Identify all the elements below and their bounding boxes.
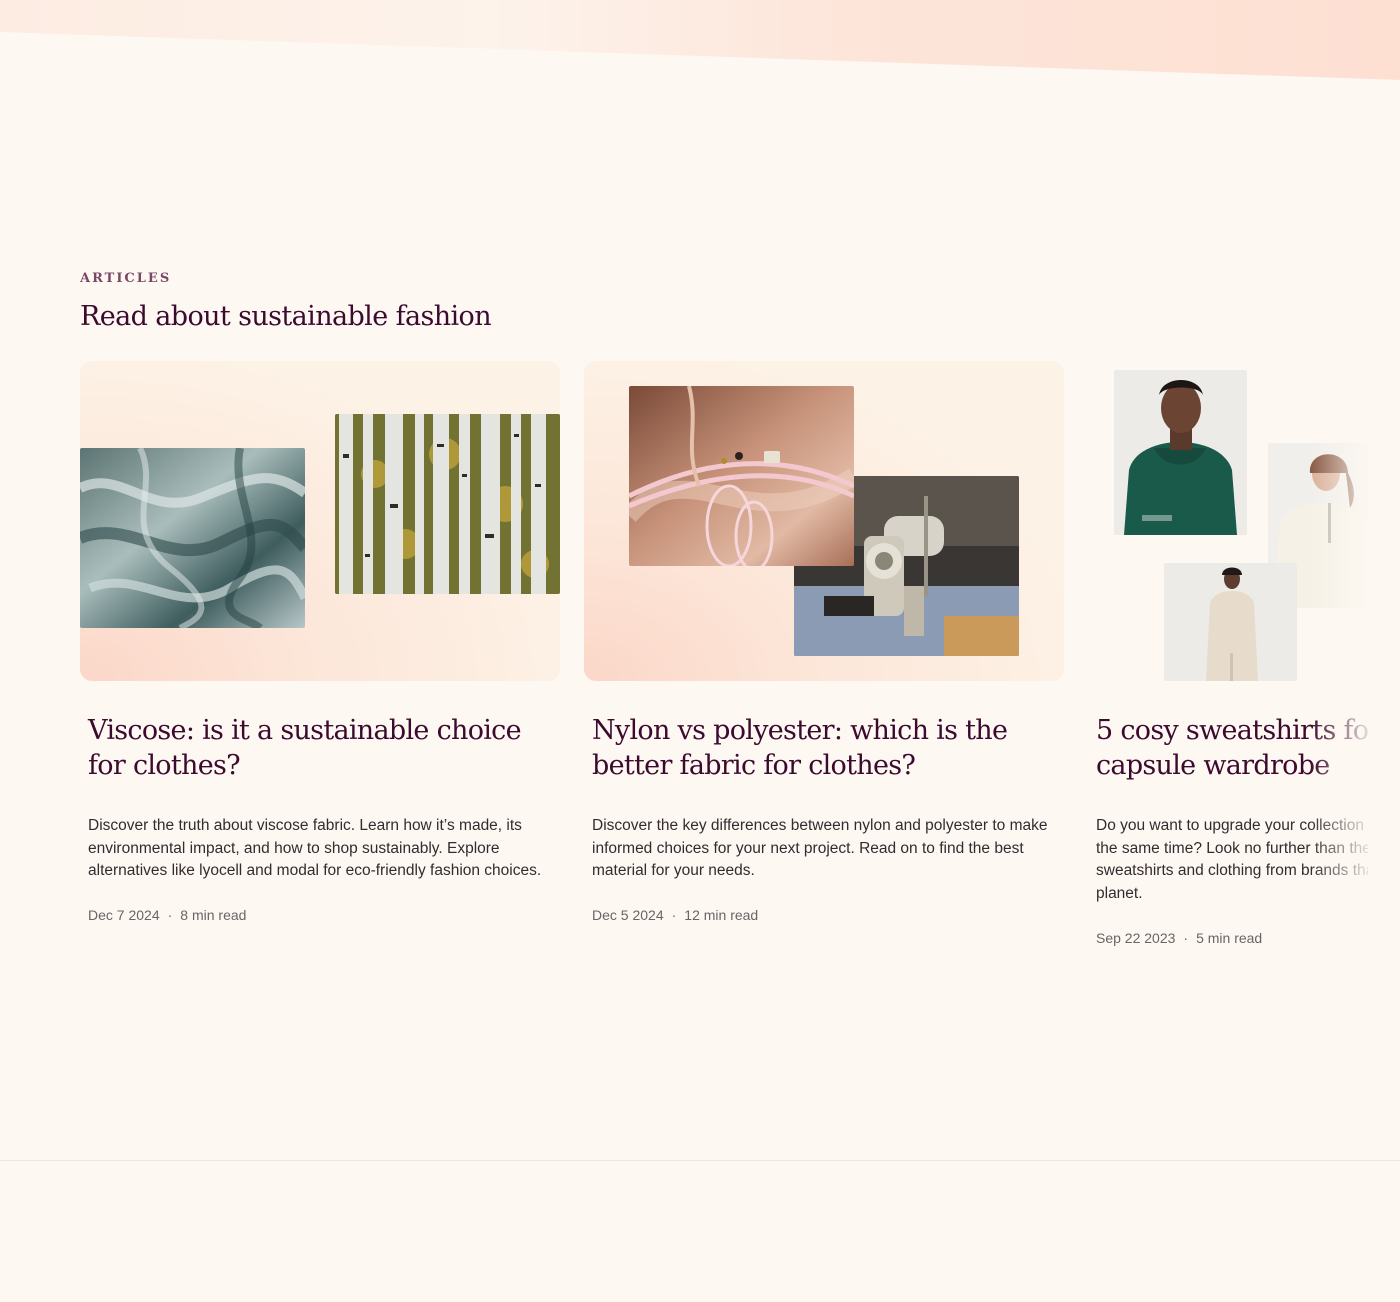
article-card-image[interactable]: [584, 361, 1064, 681]
section-title: Read about sustainable fashion: [80, 301, 492, 332]
beige-tracksuit-model-photo: [1164, 563, 1297, 681]
article-card-image[interactable]: [80, 361, 560, 681]
top-decorative-band: [0, 0, 1400, 90]
article-description: Do you want to upgrade your collection a…: [1096, 817, 1368, 903]
article-card-cosy-sweatshirts[interactable]: 5 cosy sweatshirts for the perfect capsu…: [1088, 361, 1368, 946]
green-hoodie-model-photo: [1114, 370, 1247, 535]
article-title[interactable]: Nylon vs polyester: which is the better …: [592, 713, 1056, 783]
article-card-viscose[interactable]: Viscose: is it a sustainable choice for …: [80, 361, 560, 923]
article-card-nylon-polyester[interactable]: Nylon vs polyester: which is the better …: [584, 361, 1064, 923]
article-meta: Dec 5 2024 · 12 min read: [592, 907, 1056, 923]
article-card-image[interactable]: [1088, 361, 1368, 681]
article-read-time: 12 min read: [684, 907, 759, 924]
article-read-time: 5 min read: [1196, 929, 1263, 946]
article-date: Sep 22 2023: [1096, 929, 1176, 946]
meta-separator: ·: [167, 907, 173, 924]
article-description: Discover the truth about viscose fabric.…: [88, 817, 542, 880]
measuring-tape-photo: [629, 386, 854, 566]
articles-section-header: ARTICLES Read about sustainable fashion: [80, 270, 1400, 334]
article-date: Dec 7 2024: [88, 907, 160, 924]
article-date: Dec 5 2024: [592, 907, 664, 924]
section-eyebrow: ARTICLES: [80, 271, 172, 286]
article-title[interactable]: 5 cosy sweatshirts for the perfect capsu…: [1096, 713, 1368, 783]
article-meta: Sep 22 2023 · 5 min read: [1096, 930, 1368, 946]
article-read-time: 8 min read: [180, 907, 247, 924]
meta-separator: ·: [671, 907, 677, 924]
article-carousel[interactable]: Viscose: is it a sustainable choice for …: [80, 361, 1368, 1001]
meta-separator: ·: [1183, 929, 1189, 946]
section-divider: [0, 1160, 1400, 1161]
birch-forest-photo: [335, 414, 560, 594]
article-title[interactable]: Viscose: is it a sustainable choice for …: [88, 713, 552, 783]
article-description: Discover the key differences between nyl…: [592, 817, 1048, 880]
article-meta: Dec 7 2024 · 8 min read: [88, 907, 552, 923]
fabric-photo: [80, 448, 305, 628]
